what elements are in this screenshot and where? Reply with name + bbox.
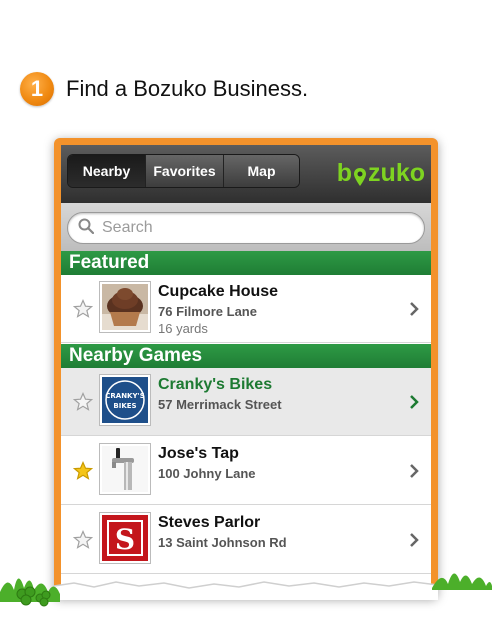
search-icon <box>78 218 95 239</box>
map-pin-icon <box>353 165 367 186</box>
search-input[interactable] <box>102 219 402 237</box>
star-filled-icon[interactable] <box>72 461 94 481</box>
business-name: Steves Parlor <box>158 514 261 531</box>
list-item-crankys-bikes[interactable]: CRANKY'S BIKES Cranky's Bikes 57 Merrima… <box>61 368 431 436</box>
business-address: 57 Merrimack Street <box>158 397 282 412</box>
star-outline-icon[interactable] <box>72 530 94 550</box>
app-screen: Nearby Favorites Map b zuko Search Featu… <box>61 145 431 595</box>
business-address: 100 Johny Lane <box>158 466 256 481</box>
thumbnail-beer-tap <box>99 443 151 495</box>
chevron-right-icon <box>409 463 419 479</box>
chevron-right-icon <box>409 301 419 317</box>
list-item-steves-parlor[interactable]: S Steves Parlor 13 Saint Johnson Rd <box>61 506 431 574</box>
tab-favorites[interactable]: Favorites <box>145 155 223 187</box>
step-text: Find a Bozuko Business. <box>66 76 309 101</box>
business-name: Jose's Tap <box>158 445 239 462</box>
thumbnail-crankys-bikes-logo: CRANKY'S BIKES <box>99 374 151 426</box>
grass-clover-decoration-left <box>0 578 60 607</box>
torn-paper-edge <box>54 581 438 600</box>
list-item-cupcake-house[interactable]: Cupcake House 76 Filmore Lane 16 yards <box>61 275 431 343</box>
thumbnail-cupcake <box>99 281 151 333</box>
chevron-right-icon <box>409 394 419 410</box>
phone-frame: Nearby Favorites Map b zuko Search Featu… <box>54 138 438 598</box>
list-item-joses-tap[interactable]: Jose's Tap 100 Johny Lane <box>61 437 431 505</box>
segmented-control: Nearby Favorites Map <box>67 154 300 188</box>
search-bar <box>61 203 431 251</box>
thumbnail-steves-parlor-logo: S <box>99 512 151 564</box>
step-number-badge: 1 <box>20 72 54 106</box>
business-address: 13 Saint Johnson Rd <box>158 535 287 550</box>
step-heading: 1 Find a Bozuko Business. <box>20 72 308 106</box>
business-name: Cranky's Bikes <box>158 376 273 393</box>
section-header-featured: Featured <box>61 251 431 275</box>
thumb-logo-text-bottom: BIKES <box>113 402 136 410</box>
grass-decoration-right <box>432 573 492 590</box>
tab-nearby[interactable]: Nearby <box>68 155 145 187</box>
navigation-bar: Nearby Favorites Map b zuko <box>61 145 431 203</box>
star-outline-icon[interactable] <box>72 392 94 412</box>
business-address: 76 Filmore Lane <box>158 304 257 319</box>
search-field[interactable] <box>67 212 425 244</box>
star-outline-icon[interactable] <box>72 299 94 319</box>
thumb-logo-text-top: CRANKY'S <box>105 392 144 400</box>
section-header-nearby-games: Nearby Games <box>61 344 431 368</box>
tab-map[interactable]: Map <box>223 155 299 187</box>
business-distance: 16 yards <box>158 321 208 336</box>
business-name: Cupcake House <box>158 283 279 300</box>
thumb-logo-letter: S <box>115 523 135 556</box>
bozuko-logo: b zuko <box>336 159 425 187</box>
chevron-right-icon <box>409 532 419 548</box>
